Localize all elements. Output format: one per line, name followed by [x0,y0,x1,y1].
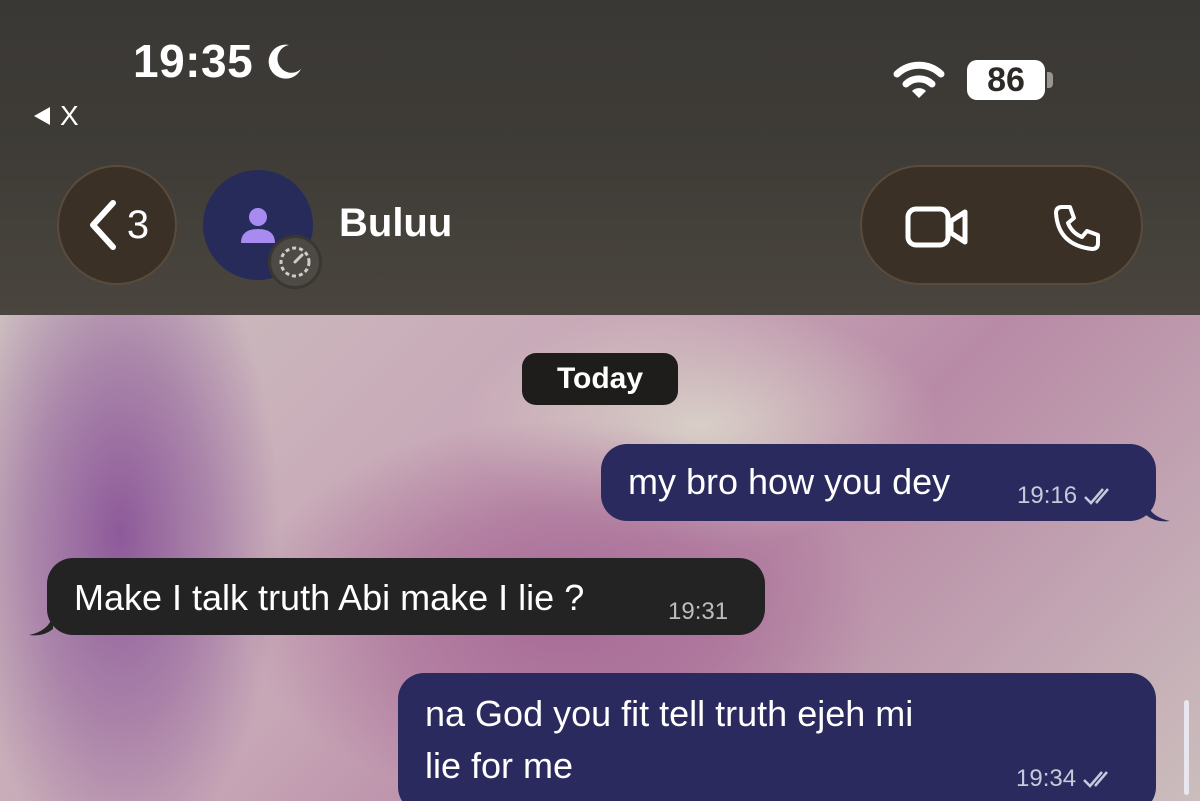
wifi-icon [893,61,945,98]
message-bubble-incoming[interactable]: Make I talk truth Abi make I lie ? 19:31 [47,558,765,635]
double-check-icon [1083,771,1109,788]
call-actions [860,165,1143,285]
back-triangle-icon [34,107,50,125]
status-bar-time: 19:35 [133,34,305,88]
back-button[interactable]: 3 [57,165,177,285]
moon-icon [268,44,302,79]
message-meta: 19:31 [668,598,728,626]
video-call-icon[interactable] [905,205,969,249]
status-time-text: 19:35 [133,35,254,87]
battery-icon: 86 [967,60,1045,100]
chevron-left-icon [89,200,116,250]
chat-header: 19:35 X 86 3 Buluu [0,0,1200,315]
message-text-line2: lie for me [425,745,574,786]
back-to-app-link[interactable]: X [34,100,79,132]
double-check-icon [1084,488,1110,505]
message-text: my bro how you dey [628,461,951,502]
message-bubble-outgoing[interactable]: na God you fit tell truth ejeh mi lie fo… [398,673,1156,801]
message-meta: 19:16 [1017,482,1117,510]
disappearing-timer-badge [268,235,322,289]
battery-level: 86 [987,60,1025,99]
phone-icon[interactable] [1052,203,1102,253]
message-meta: 19:34 [1016,765,1116,793]
message-text-line1: na God you fit tell truth ejeh mi [425,693,914,734]
message-bubble-outgoing[interactable]: my bro how you dey 19:16 [601,444,1156,521]
back-app-label: X [60,100,79,131]
timer-icon [279,246,311,278]
chat-area[interactable]: Today my bro how you dey 19:16 Make I ta… [0,315,1200,801]
unread-count: 3 [126,202,150,247]
message-time: 19:16 [1017,482,1078,509]
message-text: Make I talk truth Abi make I lie ? [74,577,585,618]
battery-nub [1047,72,1053,88]
message-time: 19:34 [1016,765,1077,792]
bubble-tail [1146,501,1170,522]
date-separator: Today [522,353,678,405]
scrollbar[interactable] [1184,700,1189,795]
person-icon [241,208,275,243]
message-time: 19:31 [668,598,729,625]
contact-name[interactable]: Buluu [339,201,452,246]
bubble-tail [29,615,53,636]
